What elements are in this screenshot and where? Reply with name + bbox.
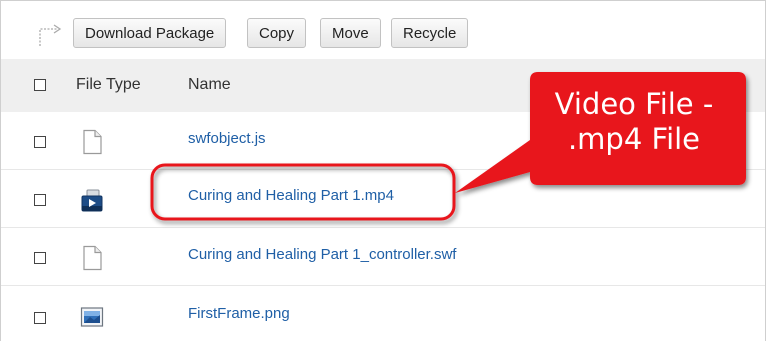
table-row: FirstFrame.png (1, 286, 765, 344)
video-file-icon (81, 189, 103, 212)
annotation-line-2: .mp4 File (567, 122, 701, 156)
table-row: Curing and Healing Part 1.mp4 (1, 170, 765, 228)
file-link[interactable]: Curing and Healing Part 1.mp4 (188, 187, 394, 204)
image-file-icon (80, 307, 104, 327)
file-link[interactable]: Curing and Healing Part 1_controller.swf (188, 246, 456, 263)
select-all-checkbox[interactable] (34, 79, 46, 91)
row-checkbox[interactable] (34, 312, 46, 324)
table-row: Curing and Healing Part 1_controller.swf (1, 228, 765, 286)
column-header-name[interactable]: Name (188, 76, 231, 94)
toolbar: Download Package Copy Move Recycle (1, 1, 765, 59)
file-link[interactable]: FirstFrame.png (188, 305, 290, 322)
file-link[interactable]: swfobject.js (188, 130, 266, 147)
download-package-button[interactable]: Download Package (73, 18, 227, 48)
column-header-file-type[interactable]: File Type (76, 76, 141, 94)
row-checkbox[interactable] (34, 194, 46, 206)
recycle-button[interactable]: Recycle (391, 18, 469, 48)
document-icon (83, 245, 102, 271)
document-icon (83, 129, 102, 155)
annotation-text: Video File - .mp4 File (531, 87, 737, 157)
move-button[interactable]: Move (320, 18, 381, 48)
row-checkbox[interactable] (34, 252, 46, 264)
select-all-arrow-icon (39, 24, 62, 46)
file-list-panel: Download Package Copy Move Recycle File … (0, 0, 766, 344)
row-checkbox[interactable] (34, 136, 46, 148)
annotation-line-1: Video File - (554, 87, 714, 121)
copy-button[interactable]: Copy (247, 18, 307, 48)
